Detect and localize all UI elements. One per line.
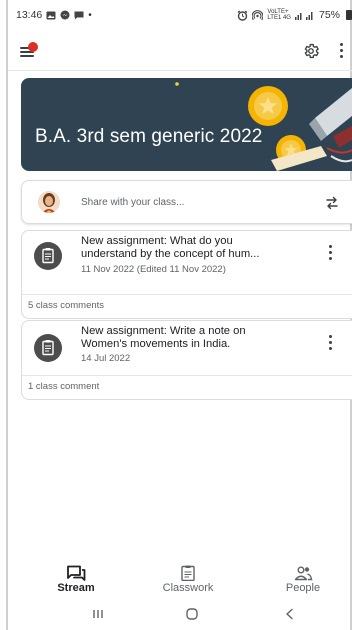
nav-stream-label: Stream bbox=[57, 582, 95, 594]
nav-classwork-label: Classwork bbox=[162, 582, 214, 594]
nav-people-label: People bbox=[285, 582, 321, 594]
hotspot-icon bbox=[252, 9, 264, 20]
assignment-title-line2: Women's movements in India. bbox=[81, 338, 231, 350]
stream-item: New assignment: What do you understand b… bbox=[21, 230, 352, 319]
more-vert-dot bbox=[339, 55, 343, 58]
assignment-title-line2: understand by the concept of hum... bbox=[81, 248, 260, 260]
assignment-date: 11 Nov 2022 (Edited 11 Nov 2022) bbox=[81, 264, 226, 275]
nav-classwork[interactable]: Classwork bbox=[156, 560, 220, 600]
kebab-dot bbox=[328, 245, 332, 248]
avatar bbox=[38, 191, 60, 213]
bottom-nav: Stream Classwork People bbox=[16, 560, 352, 600]
stream-icon bbox=[67, 565, 86, 581]
status-bar-right: VoLTE+ LTE1 4G 75% bbox=[237, 9, 352, 21]
assignment-title: New assignment: What do you understand b… bbox=[81, 235, 317, 261]
status-bar-left: 13:46 • bbox=[16, 9, 92, 21]
kebab-dot bbox=[328, 335, 332, 338]
battery-percent: 75% bbox=[318, 9, 340, 21]
stream-item-header[interactable]: New assignment: Write a note on Women's … bbox=[22, 321, 352, 375]
battery-icon bbox=[346, 10, 352, 20]
app-frame: 13:46 • VoLTE+ LTE1 4G 75% B.A. 3rd sem … bbox=[6, 0, 352, 630]
kebab-dot bbox=[328, 341, 332, 344]
clipboard-icon bbox=[42, 248, 54, 264]
volte-label: VoLTE+ LTE1 4G bbox=[267, 9, 291, 21]
kebab-dot bbox=[328, 257, 332, 260]
stream-item-header[interactable]: New assignment: What do you understand b… bbox=[22, 231, 352, 294]
clipboard-icon bbox=[42, 340, 54, 356]
people-icon bbox=[294, 566, 313, 581]
menu-icon-bar-bottom bbox=[20, 55, 34, 57]
assignment-title-line1: New assignment: What do you bbox=[81, 235, 233, 247]
assignment-icon bbox=[34, 334, 62, 362]
alarm-icon bbox=[238, 10, 248, 21]
assignment-icon bbox=[34, 242, 62, 270]
class-title: B.A. 3rd sem generic 2022 bbox=[35, 126, 263, 147]
more-vert-dot bbox=[339, 43, 343, 46]
settings-gear-icon[interactable] bbox=[302, 42, 320, 60]
share-with-class-box[interactable]: Share with your class... bbox=[21, 180, 352, 224]
home-icon[interactable] bbox=[182, 605, 202, 623]
repost-icon[interactable] bbox=[324, 195, 340, 211]
nav-people[interactable]: People bbox=[278, 560, 328, 600]
kebab-dot bbox=[328, 347, 332, 350]
class-comments-link[interactable]: 1 class comment bbox=[22, 375, 352, 399]
item-more-vert-icon[interactable] bbox=[327, 245, 333, 261]
gallery-icon bbox=[46, 11, 56, 19]
assignment-date: 14 Jul 2022 bbox=[81, 353, 131, 364]
class-banner[interactable]: B.A. 3rd sem generic 2022 bbox=[21, 78, 352, 171]
stream-item: New assignment: Write a note on Women's … bbox=[21, 320, 352, 400]
class-comments-link[interactable]: 5 class comments bbox=[22, 294, 352, 318]
system-nav-bar bbox=[16, 602, 352, 626]
share-placeholder: Share with your class... bbox=[81, 197, 185, 208]
more-vert-icon[interactable] bbox=[338, 43, 344, 59]
menu-icon[interactable] bbox=[20, 42, 38, 60]
volte-bottom-label: LTE1 4G bbox=[267, 15, 291, 21]
app-bar-divider bbox=[8, 70, 352, 71]
banner-illustration bbox=[175, 82, 352, 171]
assignment-title: New assignment: Write a note on Women's … bbox=[81, 325, 317, 351]
avatar-image bbox=[38, 191, 60, 213]
notification-dot bbox=[28, 42, 38, 52]
chat-icon bbox=[74, 11, 84, 19]
kebab-dot bbox=[328, 251, 332, 254]
status-dot: • bbox=[88, 9, 92, 21]
more-vert-dot bbox=[339, 49, 343, 52]
classwork-icon bbox=[181, 565, 195, 581]
recents-icon[interactable] bbox=[88, 605, 108, 623]
nav-stream[interactable]: Stream bbox=[50, 560, 102, 600]
item-more-vert-icon[interactable] bbox=[327, 335, 333, 351]
status-time: 13:46 bbox=[16, 9, 43, 21]
back-icon[interactable] bbox=[280, 605, 300, 623]
messenger-icon bbox=[60, 10, 70, 20]
assignment-title-line1: New assignment: Write a note on bbox=[81, 325, 246, 337]
signal-icon bbox=[294, 12, 313, 20]
status-bar: 13:46 • VoLTE+ LTE1 4G 75% bbox=[16, 3, 352, 27]
top-app-bar bbox=[16, 36, 352, 66]
